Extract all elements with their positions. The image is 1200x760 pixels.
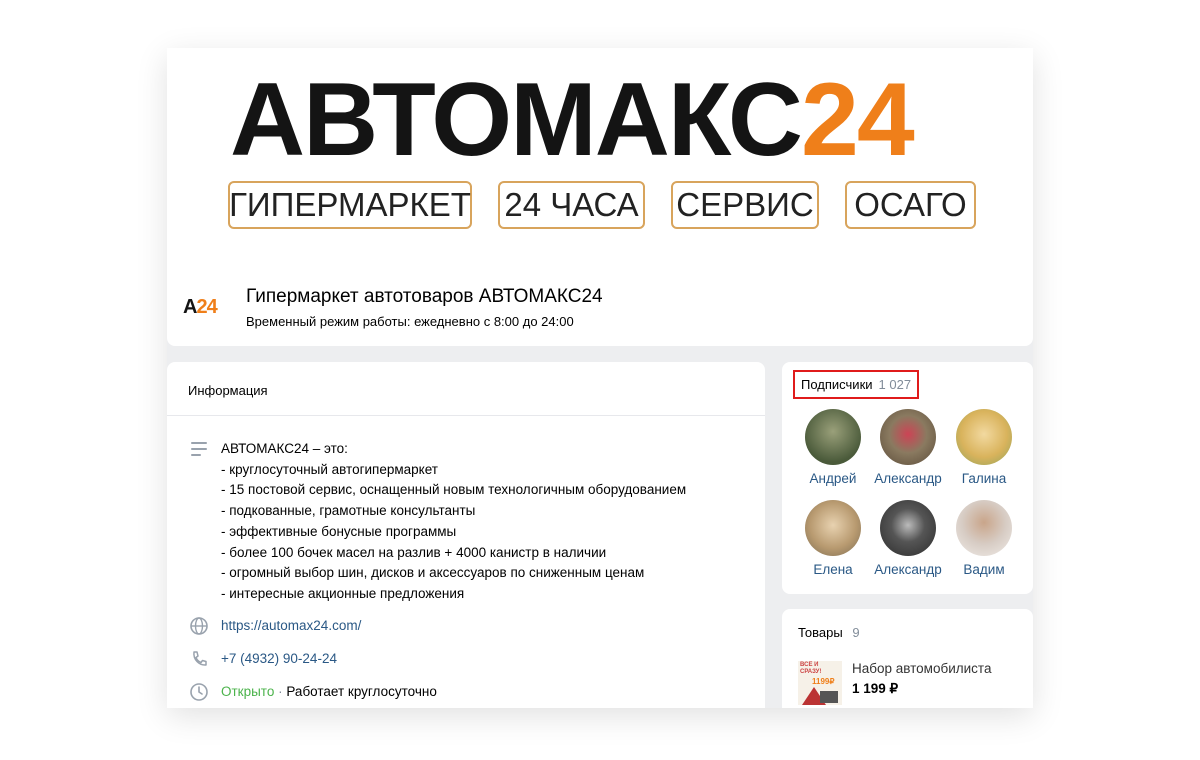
- open-status: Открыто: [221, 684, 275, 699]
- subscriber-item[interactable]: Вадим: [944, 500, 1024, 577]
- goods-count: 9: [852, 625, 860, 640]
- product-price: 1 199 ₽: [852, 681, 899, 696]
- cover-image: АВТОМАКС24 ГИПЕРМАРКЕТ 24 ЧАСА СЕРВИС ОС…: [167, 48, 1033, 258]
- subscribers-count: 1 027: [878, 377, 912, 392]
- brand-logo: АВТОМАКС24: [230, 68, 915, 172]
- cover-tag: СЕРВИС: [671, 181, 819, 229]
- avatar: [956, 409, 1012, 465]
- cover-tag: ОСАГО: [845, 181, 976, 229]
- subscribers-label: Подписчики: [801, 377, 873, 392]
- subscriber-item[interactable]: Александр: [868, 409, 948, 486]
- group-header: АВТОМАКС24 ГИПЕРМАРКЕТ 24 ЧАСА СЕРВИС ОС…: [167, 48, 1033, 346]
- group-avatar[interactable]: A24: [183, 296, 218, 319]
- kit-box-icon: [820, 691, 838, 703]
- description-line: - более 100 бочек масел на разлив + 4000…: [221, 544, 607, 560]
- phone-link[interactable]: +7 (4932) 90-24-24: [221, 651, 337, 666]
- description-line: - интересные акционные предложения: [221, 585, 465, 601]
- subscribers-header[interactable]: Подписчики 1 027: [793, 370, 920, 399]
- hours-text: Открыто · Работает круглосуточно: [221, 684, 437, 699]
- subscriber-name: Андрей: [809, 471, 857, 486]
- subscriber-item[interactable]: Александр: [868, 500, 948, 577]
- info-heading: Информация: [167, 362, 765, 416]
- goods-label: Товары: [798, 625, 843, 640]
- description-line: - эффективные бонусные программы: [221, 523, 457, 539]
- separator: ·: [278, 684, 283, 699]
- cover-tag: 24 ЧАСА: [498, 181, 645, 229]
- phone-row: +7 (4932) 90-24-24: [167, 647, 765, 671]
- subscriber-name: Елена: [813, 562, 853, 577]
- subscriber-name: Александр: [874, 562, 942, 577]
- clock-icon: [190, 683, 208, 701]
- group-title: Гипермаркет автотоваров АВТОМАКС24: [246, 286, 603, 307]
- hours-value: Работает круглосуточно: [286, 684, 437, 699]
- page-container: АВТОМАКС24 ГИПЕРМАРКЕТ 24 ЧАСА СЕРВИС ОС…: [167, 48, 1033, 708]
- subscriber-name: Вадим: [963, 562, 1005, 577]
- goods-card: Товары 9 ВСЁ И СРАЗУ! 1199₽ Набор автомо…: [782, 609, 1033, 708]
- avatar-letter: A: [183, 296, 197, 318]
- avatar: [880, 500, 936, 556]
- group-status: Временный режим работы: ежедневно с 8:00…: [246, 314, 574, 329]
- subscriber-item[interactable]: Елена: [793, 500, 873, 577]
- thumb-price: 1199₽: [812, 677, 835, 686]
- goods-header[interactable]: Товары 9: [798, 625, 860, 640]
- phone-icon: [193, 651, 207, 666]
- subscriber-item[interactable]: Галина: [944, 409, 1024, 486]
- subscriber-name: Александр: [874, 471, 942, 486]
- brand-number: 24: [801, 62, 915, 178]
- description-text: АВТОМАКС24 – это: - круглосуточный автог…: [221, 439, 686, 605]
- avatar: [805, 500, 861, 556]
- subscriber-item[interactable]: Андрей: [793, 409, 873, 486]
- description-line: - круглосуточный автогипермаркет: [221, 461, 438, 477]
- avatar: [805, 409, 861, 465]
- subscriber-name: Галина: [961, 471, 1007, 486]
- avatar: [956, 500, 1012, 556]
- brand-name: АВТОМАКС: [230, 62, 803, 178]
- website-row: https://automax24.com/: [167, 614, 765, 638]
- hours-row: Открыто · Работает круглосуточно: [167, 680, 765, 704]
- avatar-number: 24: [196, 296, 217, 318]
- product-thumbnail[interactable]: ВСЁ И СРАЗУ! 1199₽: [798, 661, 842, 705]
- website-link[interactable]: https://automax24.com/: [221, 618, 361, 633]
- avatar: [880, 409, 936, 465]
- globe-icon: [190, 617, 208, 635]
- description-line: - подкованные, грамотные консультанты: [221, 503, 476, 519]
- cover-tags: ГИПЕРМАРКЕТ 24 ЧАСА СЕРВИС ОСАГО: [167, 181, 1033, 229]
- description-line: - огромный выбор шин, дисков и аксессуар…: [221, 565, 645, 581]
- info-card: Информация АВТОМАКС24 – это: - круглосут…: [167, 362, 765, 708]
- description-line: - 15 постовой сервис, оснащенный новым т…: [221, 482, 687, 498]
- thumb-text: ВСЁ И СРАЗУ!: [800, 662, 822, 675]
- product-name[interactable]: Набор автомобилиста: [852, 661, 991, 676]
- cover-tag: ГИПЕРМАРКЕТ: [228, 181, 472, 229]
- subscribers-card: Подписчики 1 027 Андрей Александр Галина…: [782, 362, 1033, 594]
- description-icon: [191, 442, 207, 460]
- description-line: АВТОМАКС24 – это:: [221, 441, 348, 456]
